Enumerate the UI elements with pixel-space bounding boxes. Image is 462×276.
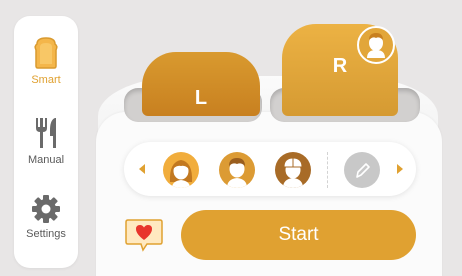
- man-avatar-icon: [357, 26, 395, 64]
- chevron-left-icon[interactable]: [139, 164, 145, 174]
- pencil-icon[interactable]: [344, 152, 380, 188]
- woman-avatar-icon[interactable]: [163, 152, 199, 188]
- sidebar-item-label: Settings: [26, 228, 66, 240]
- cutlery-icon: [14, 116, 78, 150]
- toast-icon: [14, 36, 78, 70]
- cap-avatar-icon[interactable]: [275, 152, 311, 188]
- left-toast[interactable]: L: [142, 52, 260, 116]
- right-toast-label: R: [332, 54, 348, 77]
- sidebar-item-smart[interactable]: Smart: [14, 36, 78, 86]
- divider: [327, 152, 328, 188]
- sidebar: Smart Manual Settings: [14, 16, 78, 268]
- sidebar-item-label: Manual: [27, 154, 65, 166]
- sidebar-item-label: Smart: [31, 74, 61, 86]
- chevron-right-icon[interactable]: [397, 164, 403, 174]
- sidebar-item-settings[interactable]: Settings: [14, 194, 78, 240]
- heart-chat-icon: [125, 219, 163, 256]
- left-toast-label: L: [194, 86, 208, 109]
- man-avatar-icon[interactable]: [219, 152, 255, 188]
- sidebar-item-manual[interactable]: Manual: [14, 116, 78, 166]
- favorite-button[interactable]: [125, 218, 163, 252]
- gear-icon: [14, 194, 78, 224]
- start-button[interactable]: Start: [181, 210, 416, 260]
